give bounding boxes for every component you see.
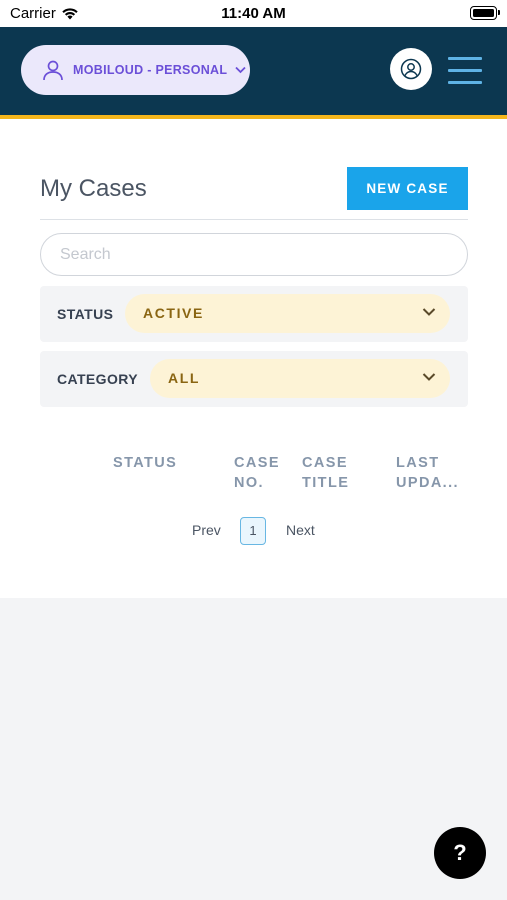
pagination: Prev 1 Next [0,517,507,547]
chevron-down-icon [235,66,246,74]
column-header-case-title[interactable]: CASE TITLE [302,453,349,493]
page-title: My Cases [40,175,147,202]
category-filter: CATEGORY ALL [40,351,468,407]
column-header-line: NO. [234,475,264,491]
column-header-line: TITLE [302,475,350,491]
clock: 11:40 AM [221,5,286,22]
current-page-button[interactable]: 1 [240,517,266,545]
category-filter-label: CATEGORY [57,371,138,387]
status-select[interactable]: ACTIVE [125,294,450,333]
category-select-value: ALL [168,370,201,386]
status-filter-label: STATUS [57,306,114,322]
column-header-line: CASE [234,455,280,471]
account-label: MOBILOUD - PERSONAL [73,63,228,77]
battery-level [473,9,494,17]
new-case-button[interactable]: NEW CASE [347,167,468,210]
user-circle-icon [400,58,422,80]
prev-page-button[interactable]: Prev [192,522,221,538]
status-filter: STATUS ACTIVE [40,286,468,342]
profile-button[interactable] [390,48,432,90]
category-select[interactable]: ALL [150,359,450,398]
column-header-last-updated[interactable]: LAST UPDA... [396,453,459,493]
column-header-line: UPDA... [396,475,459,491]
menu-line [448,69,482,72]
chevron-down-icon [422,373,436,381]
column-header-line: STATUS [113,455,178,471]
next-page-button[interactable]: Next [286,522,315,538]
user-outline-icon [43,60,63,81]
account-switcher[interactable]: MOBILOUD - PERSONAL [21,45,250,95]
divider [40,219,468,220]
menu-line [448,57,482,60]
app-header: MOBILOUD - PERSONAL [0,27,507,115]
column-header-case-no[interactable]: CASE NO. [234,453,280,493]
status-bar: Carrier 11:40 AM [0,0,507,27]
hamburger-menu-icon[interactable] [448,55,482,85]
column-header-line: CASE [302,455,348,471]
column-header-status[interactable]: STATUS [113,453,177,473]
battery-full-icon [470,6,500,20]
help-button[interactable]: ? [434,827,486,879]
status-select-value: ACTIVE [143,305,204,321]
menu-line [448,81,482,84]
column-header-line: LAST [396,455,440,471]
chevron-down-icon [422,308,436,316]
cases-card: My Cases NEW CASE STATUS ACTIVE CATEGORY… [0,119,507,598]
search-input[interactable] [40,233,468,276]
